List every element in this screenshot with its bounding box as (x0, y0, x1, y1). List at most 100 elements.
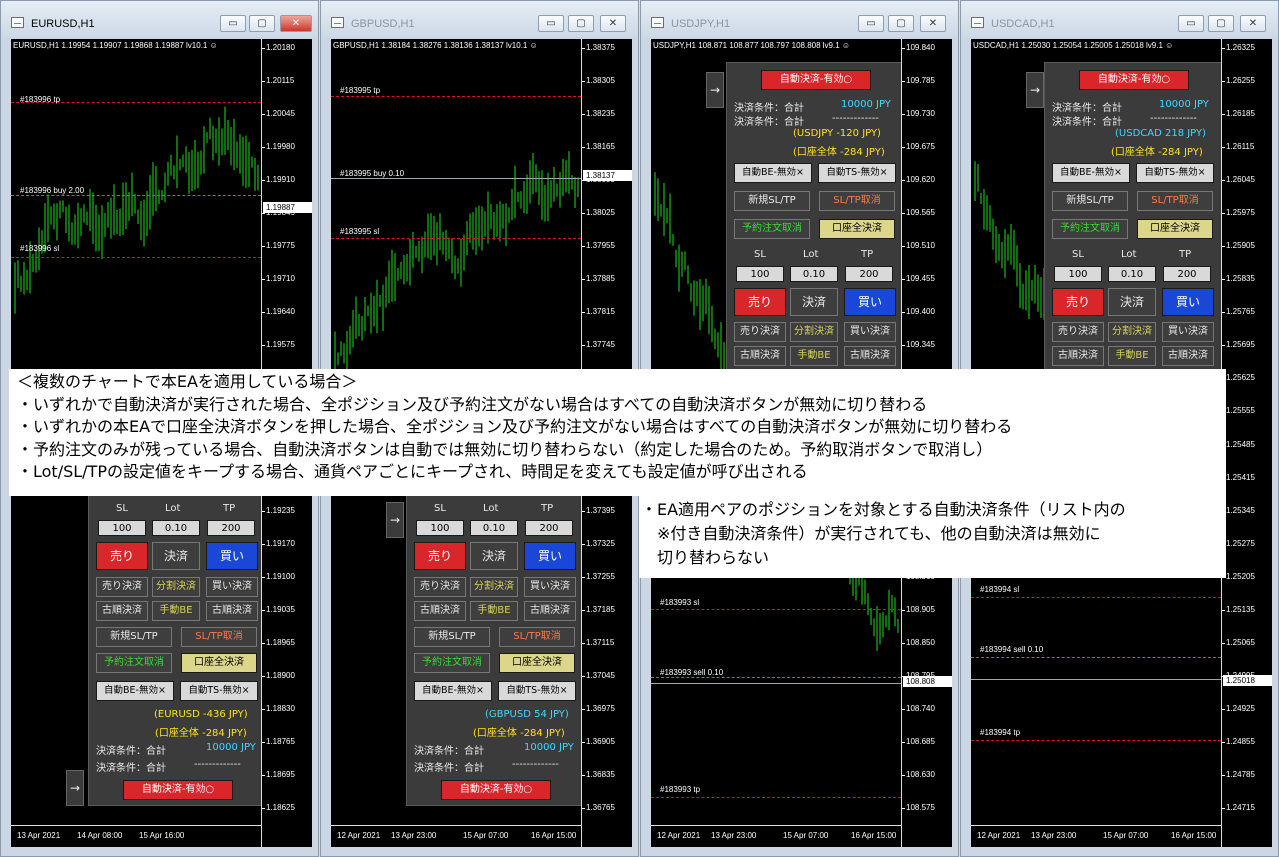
title-bar[interactable]: USDJPY,H1 ▭ ▢ ✕ (641, 1, 958, 37)
manual-be-button[interactable]: 手動BE (470, 601, 518, 621)
sell-close-button[interactable]: 売り決済 (1052, 322, 1104, 342)
cancel-sltp-button[interactable]: SL/TP取消 (181, 627, 257, 647)
old-close-button[interactable]: 古順決済 (844, 346, 896, 366)
close-button[interactable]: ✕ (280, 15, 312, 32)
order-line-sl[interactable] (11, 257, 261, 258)
close-all-button[interactable]: 口座全決済 (499, 653, 575, 673)
sell-button[interactable]: 売り (734, 288, 786, 316)
old-close-button[interactable]: 古順決済 (206, 601, 258, 621)
cancel-sltp-button[interactable]: SL/TP取消 (499, 627, 575, 647)
order-line-sl[interactable] (971, 597, 1221, 598)
sell-close-button[interactable]: 売り決済 (734, 322, 786, 342)
buy-close-button[interactable]: 買い決済 (206, 577, 258, 597)
order-line-tp[interactable] (651, 797, 901, 798)
auto-be-toggle[interactable]: 自動BE-無効× (1052, 163, 1130, 183)
old-close-button[interactable]: 古順決済 (524, 601, 576, 621)
order-line-entry[interactable] (971, 657, 1221, 658)
tp-input[interactable]: 200 (207, 520, 255, 536)
cancel-pending-button[interactable]: 予約注文取消 (734, 219, 810, 239)
new-sltp-button[interactable]: 新規SL/TP (1052, 191, 1128, 211)
buy-close-button[interactable]: 買い決済 (524, 577, 576, 597)
lot-input[interactable]: 0.10 (790, 266, 838, 282)
manual-be-button[interactable]: 手動BE (790, 346, 838, 366)
partial-close-button[interactable]: 分割決済 (152, 577, 200, 597)
cancel-sltp-button[interactable]: SL/TP取消 (819, 191, 895, 211)
auto-ts-toggle[interactable]: 自動TS-無効× (498, 681, 576, 701)
tp-input[interactable]: 200 (1163, 266, 1211, 282)
minimize-button[interactable]: ▭ (220, 15, 246, 32)
tp-input[interactable]: 200 (845, 266, 893, 282)
sell-button[interactable]: 売り (1052, 288, 1104, 316)
settle-button[interactable]: 決済 (470, 542, 518, 570)
new-sltp-button[interactable]: 新規SL/TP (414, 627, 490, 647)
sell-close-button[interactable]: 売り決済 (414, 577, 466, 597)
title-bar[interactable]: GBPUSD,H1 ▭ ▢ ✕ (321, 1, 638, 37)
maximize-button[interactable]: ▢ (249, 15, 275, 32)
maximize-button[interactable]: ▢ (1208, 15, 1234, 32)
sell-button[interactable]: 売り (414, 542, 466, 570)
settle-button[interactable]: 決済 (1108, 288, 1156, 316)
minimize-button[interactable]: ▭ (858, 15, 884, 32)
minimize-button[interactable]: ▭ (1178, 15, 1204, 32)
cancel-pending-button[interactable]: 予約注文取消 (414, 653, 490, 673)
old-close-button[interactable]: 古順決済 (1162, 346, 1214, 366)
partial-close-button[interactable]: 分割決済 (790, 322, 838, 342)
order-line-entry[interactable] (651, 677, 901, 678)
panel-toggle-arrow[interactable]: → (66, 770, 84, 806)
buy-close-button[interactable]: 買い決済 (1162, 322, 1214, 342)
maximize-button[interactable]: ▢ (888, 15, 914, 32)
sl-input[interactable]: 100 (1054, 266, 1102, 282)
order-line-tp[interactable] (331, 96, 581, 97)
auto-ts-toggle[interactable]: 自動TS-無効× (1136, 163, 1214, 183)
buy-button[interactable]: 買い (524, 542, 576, 570)
tp-input[interactable]: 200 (525, 520, 573, 536)
cancel-pending-button[interactable]: 予約注文取消 (1052, 219, 1128, 239)
close-all-button[interactable]: 口座全決済 (181, 653, 257, 673)
old-close-button[interactable]: 古順決済 (1052, 346, 1104, 366)
manual-be-button[interactable]: 手動BE (1108, 346, 1156, 366)
lot-input[interactable]: 0.10 (470, 520, 518, 536)
auto-settle-button[interactable]: 自動決済-有効○ (761, 70, 871, 90)
sl-input[interactable]: 100 (98, 520, 146, 536)
order-line-sl[interactable] (651, 609, 901, 610)
partial-close-button[interactable]: 分割決済 (470, 577, 518, 597)
auto-be-toggle[interactable]: 自動BE-無効× (96, 681, 174, 701)
title-bar[interactable]: EURUSD,H1 ▭ ▢ ✕ (1, 1, 318, 37)
sl-input[interactable]: 100 (736, 266, 784, 282)
order-line-tp[interactable] (971, 740, 1221, 741)
cancel-sltp-button[interactable]: SL/TP取消 (1137, 191, 1213, 211)
manual-be-button[interactable]: 手動BE (152, 601, 200, 621)
old-close-button[interactable]: 古順決済 (96, 601, 148, 621)
close-button[interactable]: ✕ (1240, 15, 1266, 32)
old-close-button[interactable]: 古順決済 (414, 601, 466, 621)
order-line-sl[interactable] (331, 238, 581, 239)
close-button[interactable]: ✕ (600, 15, 626, 32)
panel-toggle-arrow[interactable]: → (386, 502, 404, 538)
buy-button[interactable]: 買い (206, 542, 258, 570)
buy-button[interactable]: 買い (844, 288, 896, 316)
auto-be-toggle[interactable]: 自動BE-無効× (414, 681, 492, 701)
order-line-entry[interactable] (11, 195, 261, 196)
auto-ts-toggle[interactable]: 自動TS-無効× (818, 163, 896, 183)
sl-input[interactable]: 100 (416, 520, 464, 536)
close-all-button[interactable]: 口座全決済 (819, 219, 895, 239)
auto-settle-button[interactable]: 自動決済-有効○ (1079, 70, 1189, 90)
new-sltp-button[interactable]: 新規SL/TP (96, 627, 172, 647)
partial-close-button[interactable]: 分割決済 (1108, 322, 1156, 342)
settle-button[interactable]: 決済 (790, 288, 838, 316)
new-sltp-button[interactable]: 新規SL/TP (734, 191, 810, 211)
sell-button[interactable]: 売り (96, 542, 148, 570)
order-line-entry[interactable] (331, 178, 581, 179)
auto-ts-toggle[interactable]: 自動TS-無効× (180, 681, 258, 701)
maximize-button[interactable]: ▢ (568, 15, 594, 32)
auto-be-toggle[interactable]: 自動BE-無効× (734, 163, 812, 183)
lot-input[interactable]: 0.10 (152, 520, 200, 536)
minimize-button[interactable]: ▭ (538, 15, 564, 32)
title-bar[interactable]: USDCAD,H1 ▭ ▢ ✕ (961, 1, 1278, 37)
panel-toggle-arrow[interactable]: → (1026, 72, 1044, 108)
close-all-button[interactable]: 口座全決済 (1137, 219, 1213, 239)
buy-button[interactable]: 買い (1162, 288, 1214, 316)
settle-button[interactable]: 決済 (152, 542, 200, 570)
sell-close-button[interactable]: 売り決済 (96, 577, 148, 597)
lot-input[interactable]: 0.10 (1108, 266, 1156, 282)
